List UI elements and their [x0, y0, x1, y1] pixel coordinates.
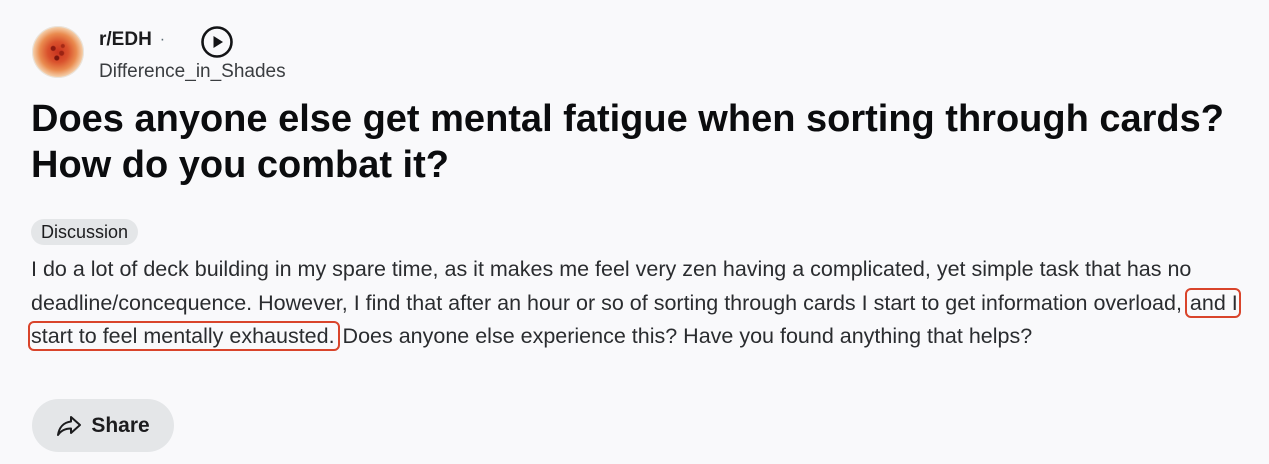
share-arrow-icon: [57, 415, 82, 436]
subreddit-link[interactable]: r/EDH: [99, 29, 152, 51]
body-text-after: Does anyone else experience this? Have y…: [336, 324, 1033, 348]
share-label: Share: [91, 413, 150, 437]
post-meta: r/EDH ·: [99, 26, 165, 54]
play-circle-icon: [201, 26, 233, 58]
meta-separator: ·: [159, 31, 166, 48]
post-flair[interactable]: Discussion: [31, 219, 139, 245]
title-line-1: Does anyone else get mental fatigue when…: [31, 98, 1224, 140]
subreddit-avatar[interactable]: [32, 26, 84, 78]
author-link[interactable]: Difference_in_Shades: [99, 61, 286, 83]
title-line-2: How do you combat it?: [31, 144, 449, 186]
post-body: I do a lot of deck building in my spare …: [28, 253, 1256, 354]
post-title: Does anyone else get mental fatigue when…: [31, 96, 1251, 188]
share-button[interactable]: Share: [32, 399, 174, 452]
post-page: r/EDH · Difference_in_Shades Does anyone…: [0, 0, 1269, 464]
play-button[interactable]: [200, 25, 234, 59]
avatar-pattern: [46, 40, 70, 64]
body-text-before: I do a lot of deck building in my spare …: [31, 257, 1192, 315]
